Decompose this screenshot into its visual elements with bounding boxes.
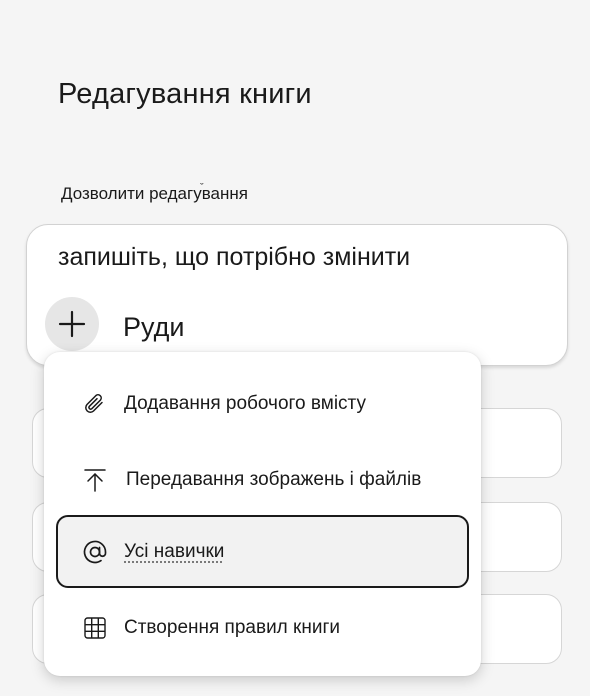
menu-item-create-book-rules[interactable]: Створення правил книги [44, 592, 481, 664]
prompt-input-box[interactable]: запишіть, що потрібно змінити Руди [26, 224, 568, 366]
text-cursor-mark: ˇ [200, 182, 204, 194]
menu-item-add-work-content[interactable]: Додавання робочого вмісту [44, 368, 481, 440]
menu-item-label: Усі навички [124, 540, 225, 562]
menu-item-label: Додавання робочого вмісту [124, 393, 366, 414]
mention-text: Руди [123, 312, 185, 342]
plus-icon [58, 310, 86, 338]
add-button[interactable] [45, 297, 99, 351]
at-sign-icon [82, 539, 108, 565]
menu-item-label: Передавання зображень і файлів [126, 469, 422, 490]
paperclip-icon [82, 391, 108, 417]
upload-icon [82, 467, 108, 493]
menu-item-label: Створення правил книги [124, 617, 341, 638]
table-grid-icon [82, 615, 108, 641]
prompt-input-text[interactable]: запишіть, що потрібно змінити [58, 243, 410, 272]
menu-item-upload-files[interactable]: Передавання зображень і файлів [44, 444, 481, 516]
allow-editing-label: Дозволити редагування [61, 184, 248, 203]
menu-item-all-skills[interactable]: Усі навички [56, 515, 469, 588]
page-title: Редагування книги [58, 78, 312, 110]
add-options-menu: Додавання робочого вмісту Передавання зо… [44, 352, 481, 676]
